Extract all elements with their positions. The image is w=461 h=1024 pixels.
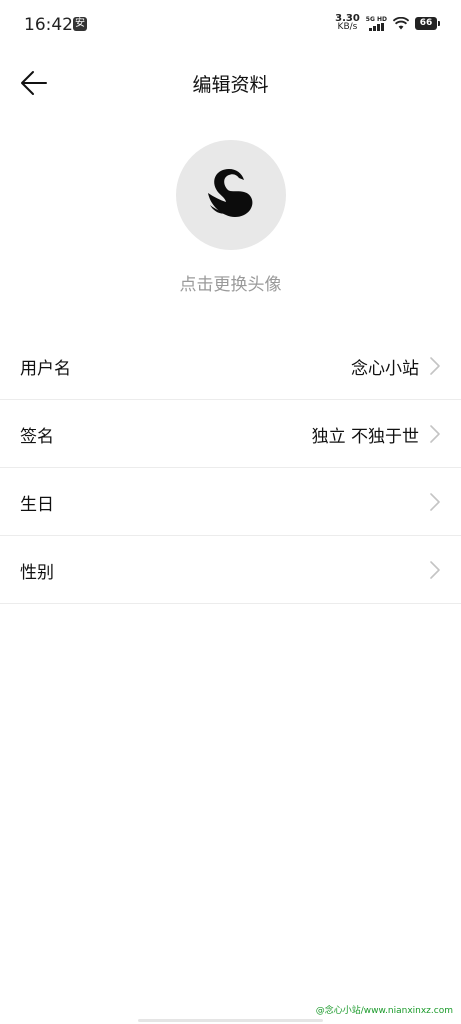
signature-label: 签名	[20, 427, 54, 447]
avatar[interactable]	[176, 140, 286, 250]
chevron-right-icon	[430, 357, 440, 375]
swan-logo-icon	[208, 169, 253, 218]
nav-bar: 编辑资料	[0, 58, 461, 108]
chevron-right-icon	[430, 561, 440, 579]
battery-icon: 66	[415, 16, 440, 30]
status-bar: 16:42 安 3.30 KB/s 5G HD 66	[0, 0, 461, 52]
birthday-row[interactable]: 生日	[0, 468, 461, 536]
gender-row[interactable]: 性别	[0, 536, 461, 604]
wifi-icon	[393, 16, 409, 29]
signal-label: 5G HD	[365, 15, 387, 23]
chevron-right-icon	[430, 425, 440, 443]
signature-value: 独立 不独于世	[311, 427, 419, 447]
network-speed: 3.30 KB/s	[335, 14, 360, 32]
username-value: 念心小站	[351, 359, 419, 379]
status-time: 16:42	[24, 15, 73, 35]
app-notification-icon: 安	[73, 17, 87, 31]
username-row[interactable]: 用户名 念心小站	[0, 332, 461, 400]
birthday-label: 生日	[20, 495, 54, 515]
network-speed-unit: KB/s	[337, 22, 358, 32]
username-label: 用户名	[20, 359, 71, 379]
signature-row[interactable]: 签名 独立 不独于世	[0, 400, 461, 468]
gender-label: 性别	[20, 563, 54, 583]
chevron-right-icon	[430, 493, 440, 511]
cellular-signal-icon: 5G HD	[366, 16, 387, 31]
status-indicators: 3.30 KB/s 5G HD 66	[335, 14, 440, 32]
page-title: 编辑资料	[192, 74, 269, 96]
home-indicator[interactable]	[138, 1019, 323, 1022]
change-avatar-link[interactable]: 点击更换头像	[0, 270, 461, 295]
watermark: @念心小站/www.nianxinxz.com	[315, 1006, 453, 1016]
profile-form: 用户名 念心小站 签名 独立 不独于世 生日 性别	[0, 332, 461, 604]
